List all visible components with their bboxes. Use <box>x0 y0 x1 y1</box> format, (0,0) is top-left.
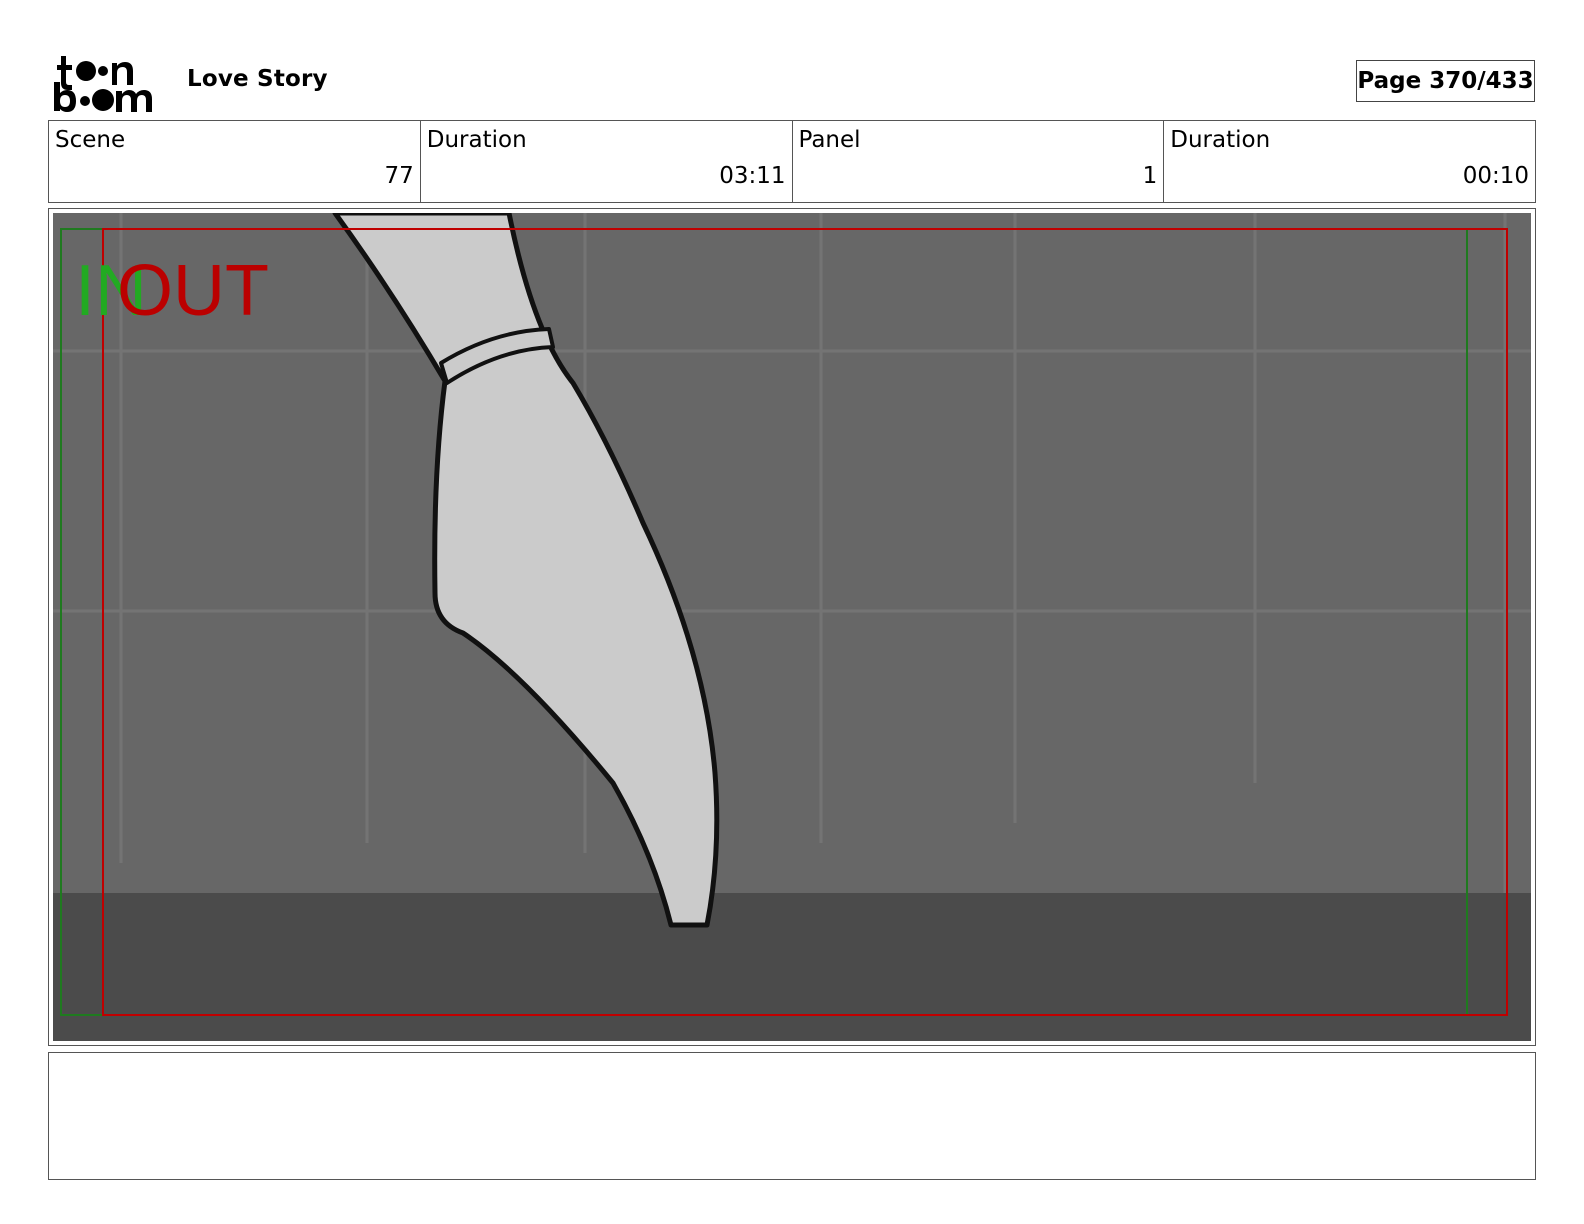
scene-duration-cell: Duration 03:11 <box>421 121 793 202</box>
out-label: OUT <box>117 251 269 331</box>
floor <box>53 893 1531 1041</box>
scene-cell: Scene 77 <box>49 121 421 202</box>
scene-value: 77 <box>384 163 414 189</box>
storyboard-panel-image: IN OUT <box>53 213 1531 1041</box>
project-title: Love Story <box>187 66 328 92</box>
scene-duration-value: 03:11 <box>719 163 786 189</box>
scene-duration-label: Duration <box>426 127 527 153</box>
panel-label: Panel <box>798 127 861 153</box>
panel-value: 1 <box>1142 163 1158 189</box>
toon-boom-logo <box>54 56 152 112</box>
panel-duration-value: 00:10 <box>1462 163 1529 189</box>
scene-label: Scene <box>55 127 126 153</box>
panel-cell: Panel 1 <box>793 121 1165 202</box>
info-table: Scene 77 Duration 03:11 Panel 1 Duration… <box>48 120 1536 203</box>
panel-duration-cell: Duration 00:10 <box>1164 121 1535 202</box>
notes-box <box>48 1052 1536 1180</box>
page-number: Page 370/433 <box>1356 60 1535 102</box>
panel-duration-label: Duration <box>1170 127 1271 153</box>
panel-frame: IN OUT <box>48 208 1536 1046</box>
